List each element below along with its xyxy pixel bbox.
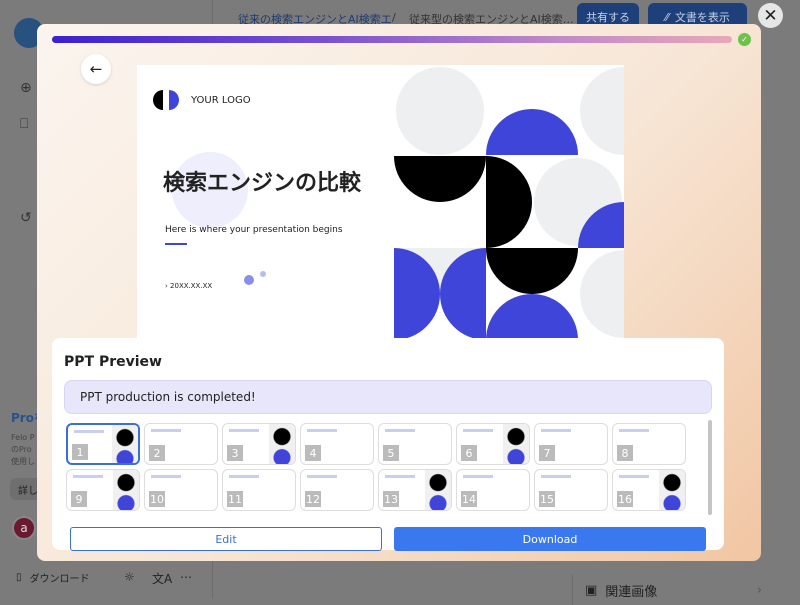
thumbnail-title	[307, 475, 337, 478]
close-icon[interactable]: ✕	[758, 3, 783, 28]
thumbnail-number: 7	[539, 445, 555, 461]
pro-text: Felo P	[11, 433, 35, 442]
slide-logo-text: YOUR LOGO	[191, 95, 251, 106]
thumbnail-title	[229, 475, 259, 478]
thumbnail-pattern	[112, 425, 138, 463]
slide-subtitle: Here is where your presentation begins	[165, 225, 343, 235]
thumbnail-title	[541, 429, 571, 432]
thumbnail-title	[74, 430, 104, 433]
slide-thumbnail[interactable]: 11	[222, 469, 296, 511]
magic-wand-icon: ⁄⁄	[665, 10, 669, 24]
thumbnail-number: 14	[461, 491, 477, 507]
slide-thumbnail[interactable]: 12	[300, 469, 374, 511]
thumbnail-number: 5	[383, 445, 399, 461]
slide-thumbnail[interactable]: 5	[378, 423, 452, 465]
download-label: ダウンロード	[29, 574, 90, 585]
thumbnail-number: 13	[383, 491, 399, 507]
slide-thumbnail[interactable]: 15	[534, 469, 608, 511]
download-app-link[interactable]: ▯ ダウンロード	[16, 570, 90, 585]
thumbnail-number: 12	[305, 491, 321, 507]
thumbnail-title	[229, 429, 259, 432]
edit-button[interactable]: Edit	[70, 527, 382, 551]
check-icon: ✓	[738, 33, 751, 46]
scrollbar[interactable]	[708, 420, 712, 515]
preview-title: PPT Preview	[64, 354, 162, 370]
slide-thumbnail[interactable]: 8	[612, 423, 686, 465]
thumbnail-number: 15	[539, 491, 555, 507]
thumbnail-pattern	[503, 424, 529, 464]
slide-title: 検索エンジンの比較	[163, 170, 362, 196]
phone-icon: ▯	[16, 572, 22, 583]
thumbnail-title	[463, 475, 493, 478]
image-icon: ▣	[585, 582, 598, 598]
bookmark-icon[interactable]: ⎕	[20, 116, 28, 132]
related-images-label: 関連画像	[605, 584, 658, 600]
slide-date: › 20XX.XX.XX	[165, 282, 213, 290]
thumbnail-title	[541, 475, 571, 478]
slide-thumbnail[interactable]: 3	[222, 423, 296, 465]
slide-thumbnail[interactable]: 9	[66, 469, 140, 511]
thumbnail-title	[385, 429, 415, 432]
slide-thumbnail[interactable]: 1	[66, 423, 140, 465]
back-arrow-icon[interactable]: ←	[81, 54, 111, 84]
thumbnail-number: 11	[227, 491, 243, 507]
chevron-right-icon: ›	[756, 582, 762, 598]
slide-thumbnail[interactable]: 7	[534, 423, 608, 465]
thumbnail-number: 6	[461, 445, 477, 461]
view-document-label: 文書を表示	[674, 11, 730, 24]
thumbnail-number: 3	[227, 445, 243, 461]
ppt-preview-panel: PPT Preview PPT production is completed!…	[52, 338, 724, 551]
thumbnail-pattern	[113, 470, 139, 510]
slide-thumbnail[interactable]: 14	[456, 469, 530, 511]
thumbnail-title	[73, 475, 103, 478]
thumbnail-title	[151, 475, 181, 478]
thumbnail-number: 2	[149, 445, 165, 461]
language-icon[interactable]: 文A	[152, 570, 172, 587]
slide-thumbnail[interactable]: 16	[612, 469, 686, 511]
related-images-section[interactable]: ▣ 関連画像 ›	[572, 575, 782, 605]
new-chat-icon[interactable]: ⊕	[20, 80, 32, 96]
thumbnail-pattern	[269, 424, 295, 464]
thumbnail-number: 8	[617, 445, 633, 461]
slide-graphics	[153, 67, 624, 340]
thumbnail-pattern	[425, 470, 451, 510]
slide-thumbnail[interactable]: 2	[144, 423, 218, 465]
thumbnail-number: 16	[617, 491, 633, 507]
breadcrumb-separator: /	[392, 11, 396, 24]
thumbnail-number: 1	[72, 444, 88, 460]
slide-thumbnail[interactable]: 6	[456, 423, 530, 465]
slide-thumbnail[interactable]: 10	[144, 469, 218, 511]
status-banner: PPT production is completed!	[64, 380, 712, 414]
history-icon[interactable]: ↺	[20, 210, 32, 226]
avatar[interactable]: a	[12, 516, 36, 540]
thumbnail-title	[619, 475, 649, 478]
thumbnail-title	[385, 475, 415, 478]
thumbnail-title	[619, 429, 649, 432]
thumbnail-number: 9	[71, 491, 87, 507]
thumbnail-title	[307, 429, 337, 432]
thumbnail-title	[151, 429, 181, 432]
pro-text: 使用し	[11, 457, 35, 466]
theme-icon[interactable]: ☼	[124, 570, 135, 584]
pro-text: のPro	[11, 445, 32, 454]
download-button[interactable]: Download	[394, 527, 706, 551]
thumbnail-number: 10	[149, 491, 165, 507]
share-label: 共有する	[586, 11, 630, 24]
more-icon[interactable]: ⋯	[180, 570, 192, 584]
slide-thumbnail[interactable]: 13	[378, 469, 452, 511]
slide-preview: YOUR LOGO 検索エンジンの比較 Here is where your p…	[137, 65, 624, 345]
thumbnail-title	[463, 429, 493, 432]
progress-bar	[52, 36, 732, 43]
slide-thumbnail[interactable]: 4	[300, 423, 374, 465]
thumbnail-pattern	[659, 470, 685, 510]
slide-date-text: 20XX.XX.XX	[170, 282, 213, 290]
thumbnail-number: 4	[305, 445, 321, 461]
